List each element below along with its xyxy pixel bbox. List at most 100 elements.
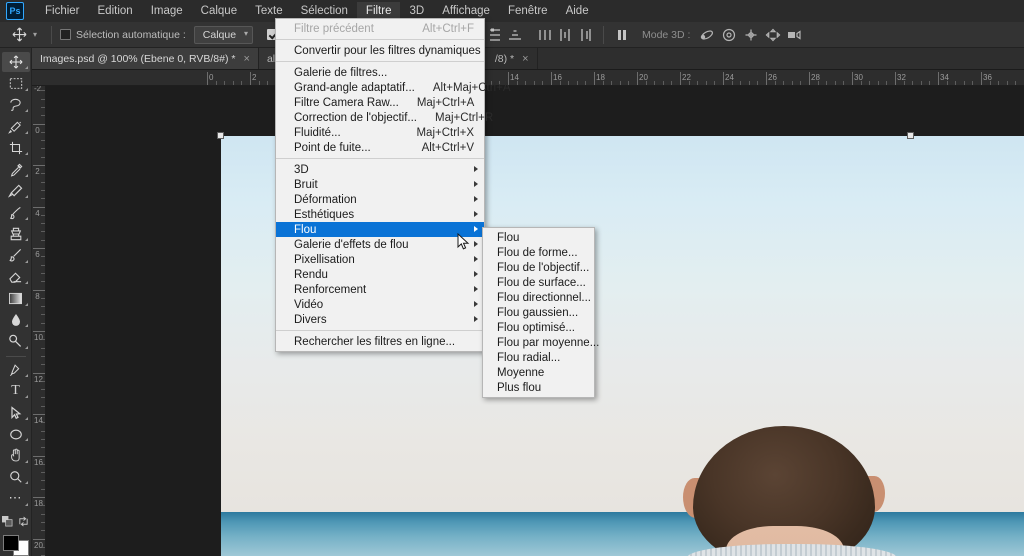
filter-menu-item-pixellisation[interactable]: Pixellisation bbox=[276, 252, 484, 267]
filter-menu-item-d-formation[interactable]: Déformation bbox=[276, 192, 484, 207]
filter-menu-item-galerie-de-filtres[interactable]: Galerie de filtres... bbox=[276, 65, 484, 80]
tool-ellipse-tool[interactable] bbox=[2, 424, 30, 444]
scale-3d-icon[interactable] bbox=[784, 25, 806, 45]
tool-crop-tool[interactable] bbox=[2, 138, 30, 158]
blur-submenu-item-flou-de-forme[interactable]: Flou de forme... bbox=[483, 245, 594, 260]
menu-item-label: Flou optimisé... bbox=[497, 322, 575, 334]
auto-select-checkbox[interactable] bbox=[60, 29, 71, 40]
transform-handle-top-right[interactable] bbox=[907, 132, 914, 139]
slide-3d-icon[interactable] bbox=[762, 25, 784, 45]
tool-blur-tool[interactable] bbox=[2, 310, 30, 330]
ruler-minor-tick bbox=[41, 323, 45, 324]
blur-submenu-item-flou-par-moyenne[interactable]: Flou par moyenne... bbox=[483, 335, 594, 350]
menu-calque[interactable]: Calque bbox=[192, 2, 246, 20]
ruler-minor-tick bbox=[878, 81, 879, 85]
blur-submenu-item-flou-radial[interactable]: Flou radial... bbox=[483, 350, 594, 365]
filter-menu-item-flou[interactable]: Flou bbox=[276, 222, 484, 237]
blur-submenu[interactable]: FlouFlou de forme...Flou de l'objectif..… bbox=[482, 227, 595, 398]
ruler-minor-tick bbox=[41, 356, 45, 357]
filter-menu-item-convertir-pour-les-filtres-dynamiques[interactable]: Convertir pour les filtres dynamiques bbox=[276, 43, 484, 58]
blur-submenu-item-plus-flou[interactable]: Plus flou bbox=[483, 380, 594, 395]
tool-zoom-tool[interactable] bbox=[2, 467, 30, 487]
document-tab-3[interactable]: /8) * × bbox=[487, 48, 538, 69]
tool-pen-tool[interactable] bbox=[2, 359, 30, 379]
tool-horizontal-type-tool[interactable]: T bbox=[2, 381, 30, 401]
color-swatches[interactable] bbox=[3, 535, 29, 556]
tool-dodge-tool[interactable] bbox=[2, 331, 30, 351]
close-icon[interactable]: × bbox=[522, 53, 528, 65]
tool-hand-tool[interactable] bbox=[2, 445, 30, 465]
transform-handle-top-left[interactable] bbox=[217, 132, 224, 139]
blur-submenu-item-flou-de-surface[interactable]: Flou de surface... bbox=[483, 275, 594, 290]
filter-menu-item-grand-angle-adaptatif[interactable]: Grand-angle adaptatif...Alt+Maj+Ctrl+A bbox=[276, 80, 484, 95]
filter-menu-item-esth-tiques[interactable]: Esthétiques bbox=[276, 207, 484, 222]
menu-item-shortcut: Maj+Ctrl+X bbox=[416, 127, 474, 139]
distribute-icon[interactable] bbox=[612, 25, 632, 45]
horizontal-ruler[interactable]: 02468101214161820222426283032343638 bbox=[32, 70, 1024, 86]
tool-lasso-tool[interactable] bbox=[2, 95, 30, 115]
tool-gradient-tool[interactable] bbox=[2, 288, 30, 308]
tool-history-brush-tool[interactable] bbox=[2, 245, 30, 265]
chevron-right-icon bbox=[474, 286, 478, 292]
menu-fen-tre[interactable]: Fenêtre bbox=[499, 2, 557, 20]
blur-submenu-item-flou[interactable]: Flou bbox=[483, 230, 594, 245]
tool-move-tool[interactable] bbox=[2, 52, 30, 72]
filter-menu-item-filtre-camera-raw[interactable]: Filtre Camera Raw...Maj+Ctrl+A bbox=[276, 95, 484, 110]
align-horizontal-centers-icon[interactable] bbox=[505, 25, 525, 45]
tool-brush-tool[interactable] bbox=[2, 202, 30, 222]
tool-preset-chevron-down-icon[interactable]: ▾ bbox=[33, 30, 37, 39]
align-top-edges-icon[interactable] bbox=[535, 25, 555, 45]
menu-fichier[interactable]: Fichier bbox=[36, 2, 89, 20]
menu-image[interactable]: Image bbox=[142, 2, 192, 20]
filter-menu-item-vid-o[interactable]: Vidéo bbox=[276, 297, 484, 312]
blur-submenu-item-flou-optimis[interactable]: Flou optimisé... bbox=[483, 320, 594, 335]
tool-spot-healing-brush-tool[interactable] bbox=[2, 181, 30, 201]
ruler-minor-tick bbox=[714, 81, 715, 85]
filter-menu-item-3d[interactable]: 3D bbox=[276, 162, 484, 177]
filter-menu-item-rechercher-les-filtres-en-ligne[interactable]: Rechercher les filtres en ligne... bbox=[276, 334, 484, 349]
tool-eraser-tool[interactable] bbox=[2, 267, 30, 287]
align-vertical-centers-icon[interactable] bbox=[555, 25, 575, 45]
filter-menu-item-correction-de-l-objectif[interactable]: Correction de l'objectif...Maj+Ctrl+R bbox=[276, 110, 484, 125]
blur-submenu-item-flou-de-l-objectif[interactable]: Flou de l'objectif... bbox=[483, 260, 594, 275]
default-colors-icon[interactable] bbox=[2, 514, 13, 532]
swap-colors-icon[interactable] bbox=[18, 514, 29, 532]
filter-menu-item-point-de-fuite[interactable]: Point de fuite...Alt+Ctrl+V bbox=[276, 140, 484, 155]
ruler-tick bbox=[33, 248, 46, 249]
document-tab-1[interactable]: Images.psd @ 100% (Ebene 0, RVB/8#) * × bbox=[32, 48, 259, 69]
tool-edit-toolbar[interactable]: ⋯ bbox=[2, 488, 30, 508]
menu-item-shortcut: Alt+Ctrl+F bbox=[422, 23, 474, 35]
ruler-minor-tick bbox=[41, 480, 45, 481]
filter-menu-item-rendu[interactable]: Rendu bbox=[276, 267, 484, 282]
blur-submenu-item-flou-directionnel[interactable]: Flou directionnel... bbox=[483, 290, 594, 305]
tool-path-selection-tool[interactable] bbox=[2, 402, 30, 422]
align-left-edges-icon[interactable] bbox=[485, 25, 505, 45]
ruler-minor-tick bbox=[41, 464, 45, 465]
blur-submenu-item-moyenne[interactable]: Moyenne bbox=[483, 365, 594, 380]
filter-menu-item-fluidit[interactable]: Fluidité...Maj+Ctrl+X bbox=[276, 125, 484, 140]
blur-submenu-item-flou-gaussien[interactable]: Flou gaussien... bbox=[483, 305, 594, 320]
ruler-tick bbox=[981, 72, 982, 85]
layer-select-dropdown[interactable]: Calque bbox=[194, 26, 253, 44]
foreground-color-swatch[interactable] bbox=[3, 535, 19, 551]
ruler-minor-tick bbox=[835, 81, 836, 85]
ruler-minor-tick bbox=[732, 81, 733, 85]
roll-3d-icon[interactable] bbox=[718, 25, 740, 45]
tool-quick-selection-tool[interactable] bbox=[2, 116, 30, 136]
filter-menu[interactable]: Filtre précédentAlt+Ctrl+FConvertir pour… bbox=[275, 18, 485, 352]
filter-menu-item-divers[interactable]: Divers bbox=[276, 312, 484, 327]
vertical-ruler[interactable]: -202468101214161820 bbox=[32, 86, 46, 556]
align-right-edges-icon[interactable] bbox=[575, 25, 595, 45]
tool-clone-stamp-tool[interactable] bbox=[2, 224, 30, 244]
close-icon[interactable]: × bbox=[244, 53, 250, 65]
filter-menu-item-bruit[interactable]: Bruit bbox=[276, 177, 484, 192]
orbit-3d-icon[interactable] bbox=[696, 25, 718, 45]
tool-eyedropper-tool[interactable] bbox=[2, 159, 30, 179]
filter-menu-item-galerie-d-effets-de-flou[interactable]: Galerie d'effets de flou bbox=[276, 237, 484, 252]
pan-3d-icon[interactable] bbox=[740, 25, 762, 45]
filter-menu-item-renforcement[interactable]: Renforcement bbox=[276, 282, 484, 297]
menu-aide[interactable]: Aide bbox=[557, 2, 598, 20]
move-tool-icon[interactable] bbox=[7, 24, 31, 46]
menu-edition[interactable]: Edition bbox=[89, 2, 142, 20]
tool-rectangular-marquee-tool[interactable] bbox=[2, 73, 30, 93]
